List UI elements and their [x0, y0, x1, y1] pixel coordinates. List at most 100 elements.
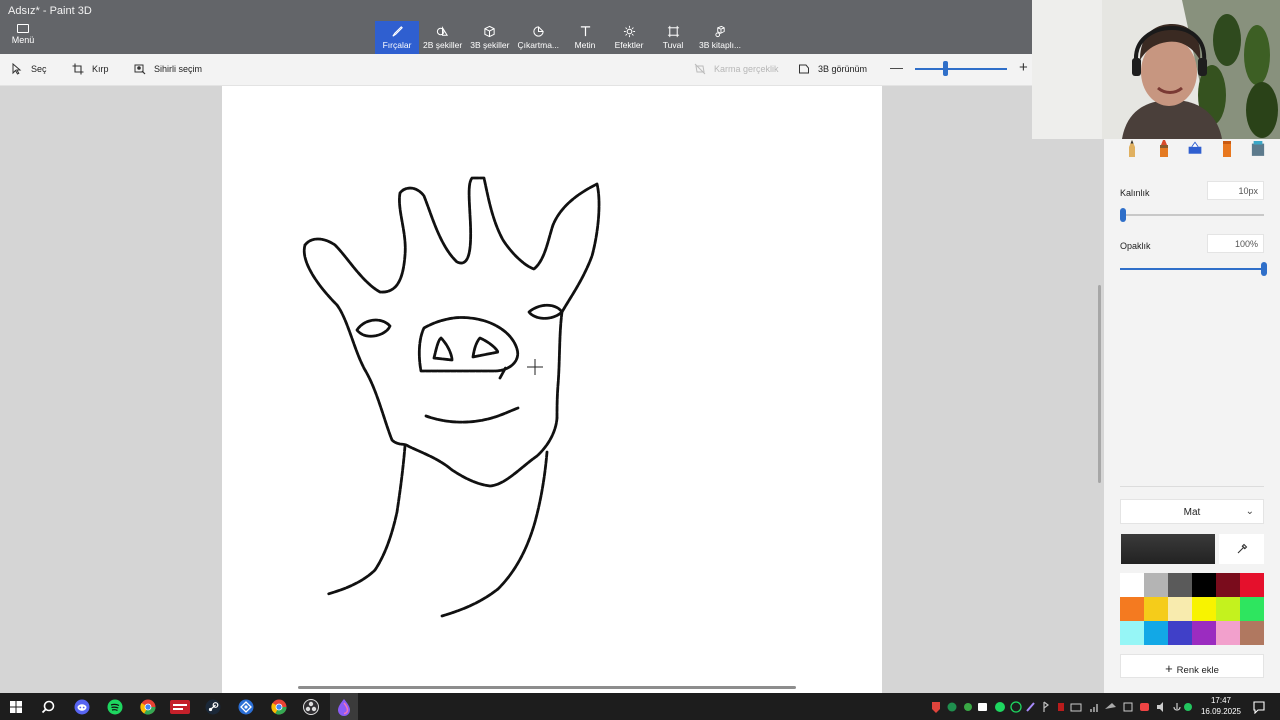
- color-swatch[interactable]: [1120, 573, 1144, 597]
- magic-select-button[interactable]: Sihirli seçim: [134, 63, 202, 75]
- zoom-slider[interactable]: [915, 68, 1007, 70]
- search-icon[interactable]: [37, 696, 59, 718]
- color-swatch[interactable]: [1216, 621, 1240, 645]
- zoom-slider-thumb[interactable]: [943, 61, 948, 76]
- color-swatch[interactable]: [1192, 597, 1216, 621]
- watercolor-icon[interactable]: [1251, 139, 1265, 157]
- brush-icon: [391, 26, 403, 37]
- drawing-canvas[interactable]: [222, 86, 882, 693]
- eyedropper-button[interactable]: [1219, 534, 1264, 564]
- color-swatch[interactable]: [1216, 573, 1240, 597]
- horizontal-scrollbar[interactable]: [298, 686, 796, 689]
- finish-dropdown[interactable]: Mat ⌄: [1120, 499, 1264, 524]
- clock-date: 16.09.2025: [1200, 707, 1242, 716]
- 3d-shapes-icon: [484, 25, 495, 38]
- tab-3d-library[interactable]: 3B kitaplı...: [695, 21, 745, 54]
- text-icon: [580, 26, 590, 37]
- vertical-scrollbar[interactable]: [1098, 285, 1101, 483]
- menu-button[interactable]: Menü: [8, 24, 38, 50]
- thickness-slider-track[interactable]: [1120, 214, 1264, 216]
- taskbar-clock[interactable]: 17:47 16.09.2025: [1198, 695, 1244, 717]
- chrome-icon[interactable]: [268, 696, 290, 718]
- color-swatch[interactable]: [1240, 597, 1264, 621]
- folder-icon: [17, 24, 29, 33]
- sticker-icon: [533, 26, 544, 37]
- steam-icon[interactable]: [202, 696, 224, 718]
- ribbon-tabs: Fırçalar 2B şekiller 3B şekiller Çıkartm…: [375, 21, 745, 54]
- select-label: Seç: [31, 64, 47, 74]
- color-swatch[interactable]: [1216, 597, 1240, 621]
- tab-2d-shapes[interactable]: 2B şekiller: [419, 21, 466, 54]
- tab-text[interactable]: Metin: [563, 21, 607, 54]
- spotify-icon[interactable]: [104, 696, 126, 718]
- paint-3d-icon[interactable]: [333, 696, 355, 718]
- color-swatch[interactable]: [1120, 597, 1144, 621]
- zoom-in-button[interactable]: +: [1019, 59, 1028, 76]
- tab-canvas[interactable]: Tuval: [651, 21, 695, 54]
- opacity-slider-thumb[interactable]: [1261, 262, 1267, 276]
- current-color-swatch[interactable]: [1121, 534, 1215, 564]
- color-swatch[interactable]: [1120, 621, 1144, 645]
- thickness-label: Kalınlık: [1120, 188, 1150, 198]
- discord-icon[interactable]: [71, 696, 93, 718]
- tab-effects[interactable]: Efektler: [607, 21, 651, 54]
- tab-label: Tuval: [662, 40, 684, 50]
- color-swatch[interactable]: [1144, 573, 1168, 597]
- color-swatch[interactable]: [1144, 597, 1168, 621]
- marker-icon[interactable]: [1157, 139, 1171, 157]
- tab-3d-shapes[interactable]: 3B şekiller: [466, 21, 513, 54]
- chrome-icon[interactable]: [137, 696, 159, 718]
- video-editor-icon[interactable]: [169, 696, 191, 718]
- 3d-view-button[interactable]: 3B görünüm: [798, 63, 867, 75]
- color-swatch[interactable]: [1168, 573, 1192, 597]
- tab-label: Çıkartma...: [517, 40, 559, 50]
- opacity-label: Opaklık: [1120, 241, 1151, 251]
- windows-start-icon[interactable]: [5, 696, 27, 718]
- color-swatch[interactable]: [1192, 573, 1216, 597]
- select-button[interactable]: Seç: [11, 63, 47, 75]
- tool-options-bar: Seç Kırp Sihirli seçim Karma gerçeklik 3…: [0, 54, 1032, 86]
- crop-button[interactable]: Kırp: [72, 63, 109, 75]
- color-swatch[interactable]: [1240, 573, 1264, 597]
- brush-selector: [1125, 139, 1265, 159]
- crop-icon: [72, 63, 84, 75]
- opacity-input[interactable]: 100%: [1207, 234, 1264, 253]
- pencil-icon[interactable]: [1125, 139, 1139, 157]
- window-title: Adsız* - Paint 3D: [8, 5, 92, 17]
- vpn-app-icon[interactable]: [235, 696, 257, 718]
- calligraphy-pen-icon[interactable]: [1188, 139, 1202, 157]
- tray-icons: [932, 701, 1192, 713]
- tab-label: 2B şekiller: [423, 40, 463, 50]
- giraffe-drawing: [302, 176, 601, 618]
- eyedropper-icon: [1237, 543, 1247, 554]
- mixed-reality-button[interactable]: Karma gerçeklik: [694, 63, 779, 75]
- system-tray: [932, 701, 1192, 713]
- crop-label: Kırp: [92, 64, 109, 74]
- thickness-input[interactable]: 10px: [1207, 181, 1264, 200]
- color-swatch[interactable]: [1144, 621, 1168, 645]
- oil-brush-icon[interactable]: [1220, 139, 1234, 157]
- thickness-slider-thumb[interactable]: [1120, 208, 1126, 222]
- color-swatch[interactable]: [1192, 621, 1216, 645]
- webcam-person-image: [1032, 0, 1280, 139]
- webcam-overlay: [1032, 0, 1280, 139]
- tab-stickers[interactable]: Çıkartma...: [513, 21, 563, 54]
- magic-select-label: Sihirli seçim: [154, 64, 203, 74]
- mixed-reality-label: Karma gerçeklik: [714, 64, 779, 74]
- tab-label: 3B kitaplı...: [699, 40, 742, 50]
- crosshair-cursor-icon: [527, 359, 543, 375]
- menu-label: Menü: [11, 35, 35, 45]
- obs-icon[interactable]: [300, 696, 322, 718]
- zoom-out-button[interactable]: —: [890, 60, 903, 75]
- canvas-icon: [667, 25, 679, 38]
- effects-icon: [623, 25, 635, 38]
- add-color-button[interactable]: + Renk ekle: [1120, 654, 1264, 678]
- notification-icon[interactable]: [1252, 700, 1266, 714]
- color-swatch[interactable]: [1240, 621, 1264, 645]
- 3d-view-label: 3B görünüm: [818, 64, 868, 74]
- tab-brushes[interactable]: Fırçalar: [375, 21, 419, 54]
- color-swatch[interactable]: [1168, 597, 1192, 621]
- 2d-shapes-icon: [436, 26, 449, 36]
- finish-value: Mat: [1183, 507, 1201, 518]
- color-swatch[interactable]: [1168, 621, 1192, 645]
